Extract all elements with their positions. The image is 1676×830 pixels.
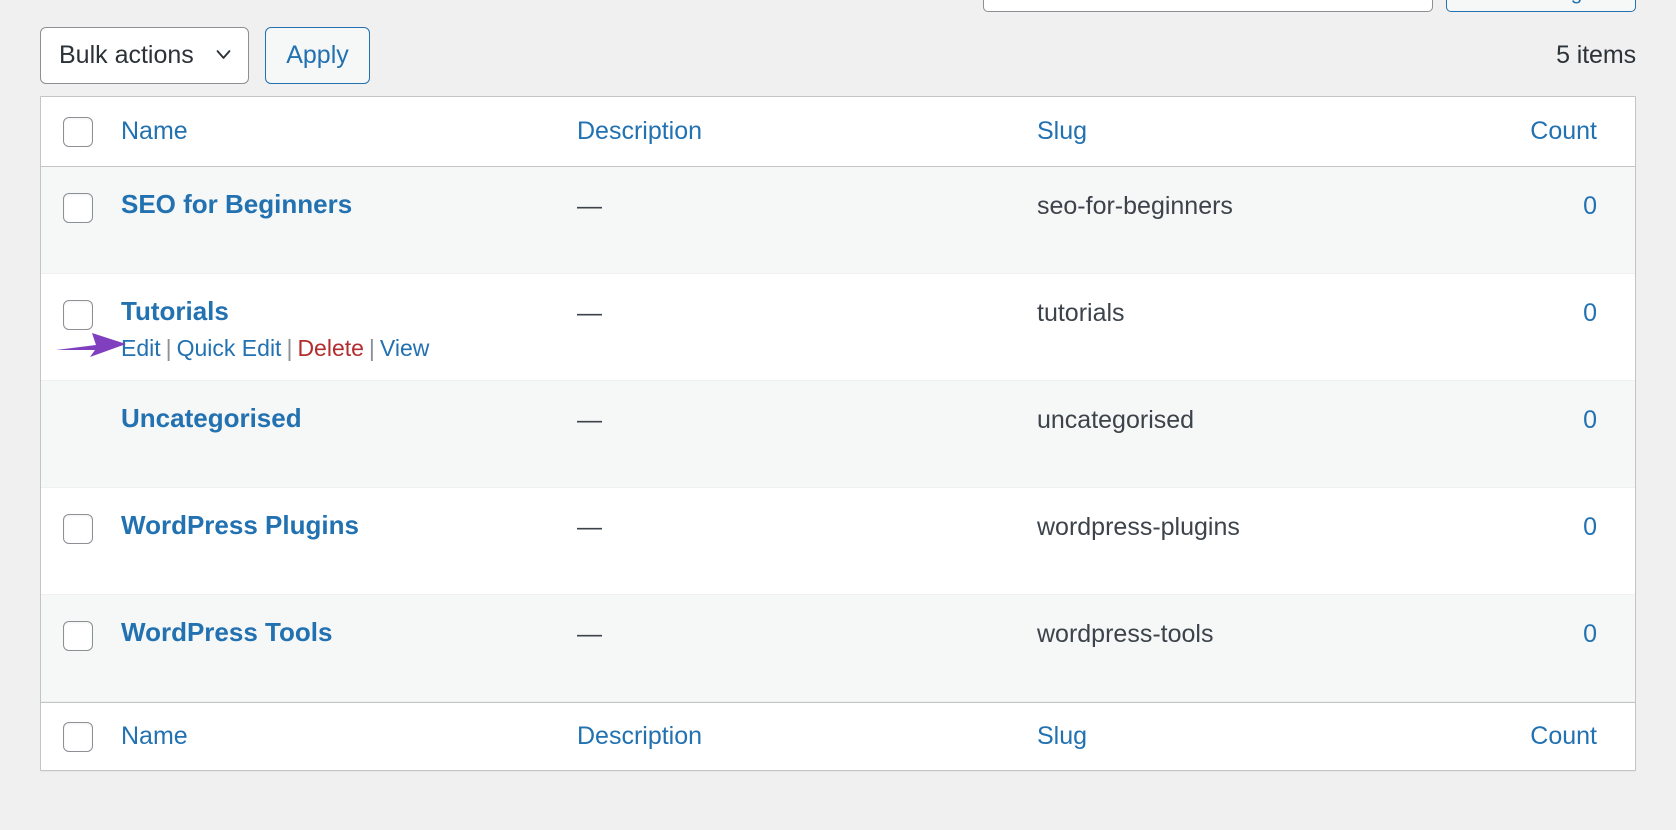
row-name-cell: WordPress Tools — [121, 595, 577, 648]
quick-edit-link[interactable]: Quick Edit — [177, 335, 282, 361]
row-name-cell: Tutorials Edit | Quick Edit | Delete | View — [121, 274, 577, 364]
footer-cell-count: Count — [1407, 722, 1635, 751]
count-link[interactable]: 0 — [1583, 299, 1597, 327]
row-checkbox-cell — [41, 595, 121, 651]
slug-value: seo-for-beginners — [1037, 192, 1233, 220]
row-count-cell: 0 — [1407, 488, 1635, 542]
category-name-link[interactable]: SEO for Beginners — [121, 189, 352, 220]
row-checkbox[interactable] — [63, 193, 93, 223]
row-slug-cell: wordpress-tools — [1037, 595, 1407, 649]
row-slug-cell: seo-for-beginners — [1037, 167, 1407, 221]
categories-table: Name Description Slug Count SEO for Begi… — [40, 96, 1636, 771]
row-checkbox-cell — [41, 274, 121, 330]
row-count-cell: 0 — [1407, 167, 1635, 221]
row-count-cell: 0 — [1407, 595, 1635, 649]
count-link[interactable]: 0 — [1583, 406, 1597, 434]
row-slug-cell: wordpress-plugins — [1037, 488, 1407, 542]
row-checkbox-cell — [41, 167, 121, 223]
select-all-cell — [41, 116, 121, 147]
row-slug-cell: uncategorised — [1037, 381, 1407, 435]
delete-link[interactable]: Delete — [297, 335, 363, 361]
bulk-actions-label: Bulk actions — [59, 40, 194, 69]
categories-admin-screen: Search Categories Bulk actions Apply 5 i… — [0, 0, 1676, 830]
column-sort-name[interactable]: Name — [121, 117, 188, 145]
row-checkbox-cell — [41, 381, 121, 437]
header-cell-name: Name — [121, 117, 577, 146]
row-checkbox[interactable] — [63, 514, 93, 544]
slug-value: uncategorised — [1037, 406, 1195, 434]
footer-cell-slug: Slug — [1037, 722, 1407, 751]
edit-link[interactable]: Edit — [121, 335, 161, 361]
column-sort-slug-bottom[interactable]: Slug — [1037, 722, 1087, 750]
column-sort-name-bottom[interactable]: Name — [121, 722, 188, 750]
table-row: Uncategorised — uncategorised 0 — [41, 381, 1635, 488]
row-description-cell: — — [577, 595, 1037, 649]
chevron-down-icon — [215, 46, 232, 63]
slug-value: wordpress-tools — [1037, 620, 1214, 648]
description-value: — — [577, 620, 602, 648]
row-description-cell: — — [577, 381, 1037, 435]
row-description-cell: — — [577, 167, 1037, 221]
row-description-cell: — — [577, 274, 1037, 328]
select-all-checkbox-bottom[interactable] — [63, 721, 93, 752]
row-name-cell: WordPress Plugins — [121, 488, 577, 541]
column-sort-count-bottom[interactable]: Count — [1530, 722, 1597, 750]
items-count: 5 items — [1556, 40, 1636, 69]
row-name-cell: SEO for Beginners — [121, 167, 577, 220]
apply-button[interactable]: Apply — [265, 26, 370, 84]
search-input[interactable] — [983, 0, 1433, 12]
header-cell-count: Count — [1407, 117, 1635, 146]
footer-cell-description: Description — [577, 722, 1037, 751]
description-value: — — [577, 513, 602, 541]
slug-value: wordpress-plugins — [1037, 513, 1240, 541]
search-bar: Search Categories — [0, 0, 1676, 12]
table-footer-row: Name Description Slug Count — [41, 702, 1635, 770]
header-cell-description: Description — [577, 117, 1037, 146]
row-checkbox[interactable] — [63, 621, 93, 651]
row-count-cell: 0 — [1407, 381, 1635, 435]
row-checkbox[interactable] — [63, 300, 93, 330]
select-all-checkbox-top[interactable] — [63, 116, 93, 147]
table-row: SEO for Beginners — seo-for-beginners 0 — [41, 167, 1635, 274]
table-row: WordPress Plugins — wordpress-plugins 0 — [41, 488, 1635, 595]
category-name-link[interactable]: Uncategorised — [121, 403, 302, 434]
column-sort-count[interactable]: Count — [1530, 117, 1597, 145]
row-count-cell: 0 — [1407, 274, 1635, 328]
view-link[interactable]: View — [380, 335, 429, 361]
select-all-cell-bottom — [41, 721, 121, 752]
description-value: — — [577, 299, 602, 327]
column-sort-description[interactable]: Description — [577, 117, 702, 145]
column-sort-description-bottom[interactable]: Description — [577, 722, 702, 750]
row-actions: Edit | Quick Edit | Delete | View — [121, 333, 577, 364]
action-separator: | — [165, 335, 172, 362]
count-link[interactable]: 0 — [1583, 513, 1597, 541]
count-link[interactable]: 0 — [1583, 620, 1597, 648]
table-navigation-top: Bulk actions Apply 5 items — [40, 25, 1636, 85]
row-slug-cell: tutorials — [1037, 274, 1407, 328]
count-link[interactable]: 0 — [1583, 192, 1597, 220]
slug-value: tutorials — [1037, 299, 1125, 327]
row-checkbox-cell — [41, 488, 121, 544]
action-separator: | — [286, 335, 293, 362]
table-row: WordPress Tools — wordpress-tools 0 — [41, 595, 1635, 702]
table-header-row: Name Description Slug Count — [41, 97, 1635, 167]
description-value: — — [577, 406, 602, 434]
category-name-link[interactable]: WordPress Tools — [121, 617, 332, 648]
row-description-cell: — — [577, 488, 1037, 542]
action-separator: | — [368, 335, 375, 362]
bulk-actions-select[interactable]: Bulk actions — [40, 26, 249, 84]
footer-cell-name: Name — [121, 722, 577, 751]
table-row: Tutorials Edit | Quick Edit | Delete | View — … — [41, 274, 1635, 381]
row-name-cell: Uncategorised — [121, 381, 577, 434]
column-sort-slug[interactable]: Slug — [1037, 117, 1087, 145]
category-name-link[interactable]: Tutorials — [121, 296, 229, 327]
header-cell-slug: Slug — [1037, 117, 1407, 146]
category-name-link[interactable]: WordPress Plugins — [121, 510, 359, 541]
search-submit-button[interactable]: Search Categories — [1446, 0, 1636, 12]
description-value: — — [577, 192, 602, 220]
